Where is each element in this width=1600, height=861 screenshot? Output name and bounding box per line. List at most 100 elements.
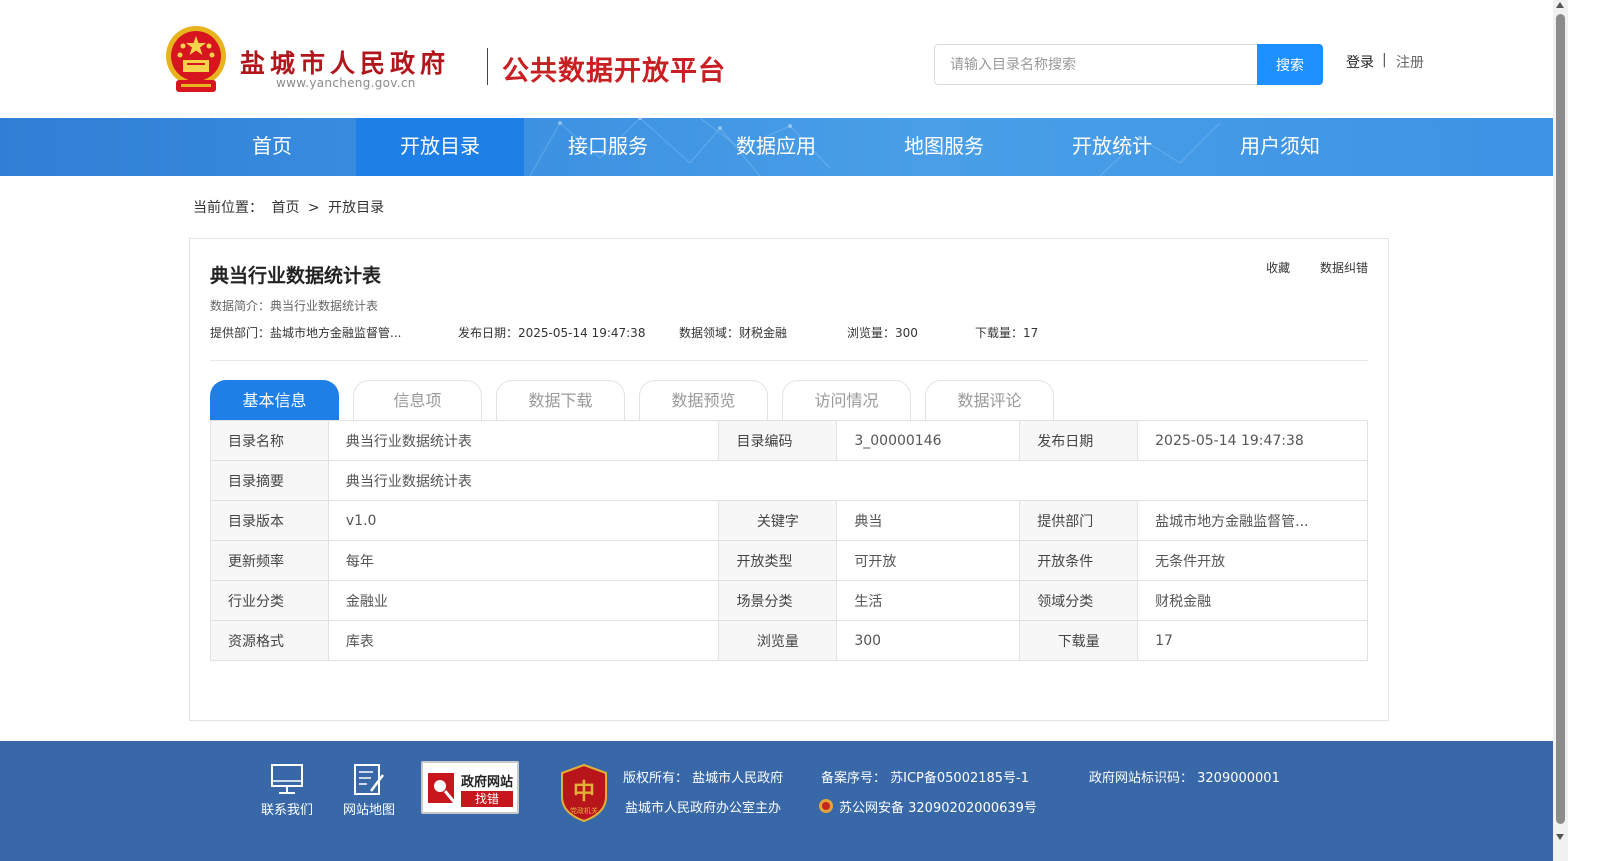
cell-key: 资源格式 <box>210 620 329 661</box>
scroll-up-arrow[interactable] <box>1556 2 1564 8</box>
table-row: 目录摘要 典当行业数据统计表 <box>210 460 1369 501</box>
basic-info-table: 目录名称 典当行业数据统计表 目录编码 3_00000146 发布日期 2025… <box>210 420 1369 661</box>
nav-user-notice[interactable]: 用户须知 <box>1196 118 1364 176</box>
cell-value: 无条件开放 <box>1137 540 1368 581</box>
register-link[interactable]: 注册 <box>1396 52 1424 72</box>
contact-us-link[interactable]: 联系我们 <box>261 799 313 818</box>
search-button[interactable]: 搜索 <box>1257 44 1323 85</box>
nav-open-stats[interactable]: 开放统计 <box>1028 118 1196 176</box>
edit-icon[interactable] <box>349 763 389 797</box>
dataset-summary: 数据简介：典当行业数据统计表 <box>210 299 379 313</box>
tab-basic-info[interactable]: 基本信息 <box>210 380 339 421</box>
gov-badge-subtitle: 找错 <box>461 791 513 807</box>
monitor-icon[interactable] <box>267 763 307 797</box>
national-emblem-icon[interactable] <box>163 24 229 96</box>
cell-key: 下载量 <box>1019 620 1139 661</box>
cell-value: 可开放 <box>836 540 1021 581</box>
main-nav: 首页 开放目录 接口服务 数据应用 地图服务 开放统计 用户须知 <box>0 118 1553 176</box>
detail-tabs: 基本信息 信息项 数据下载 数据预览 访问情况 数据评论 <box>210 380 1370 421</box>
dangzheng-badge-icon[interactable]: 中 党政机关 <box>558 763 610 823</box>
tab-info-items[interactable]: 信息项 <box>353 380 482 421</box>
cell-key: 更新频率 <box>210 540 329 581</box>
cell-value: 财税金融 <box>1137 580 1368 621</box>
site-header: 盐城市人民政府 www.yancheng.gov.cn 公共数据开放平台 搜索 … <box>0 0 1568 118</box>
tab-access-stats[interactable]: 访问情况 <box>782 380 911 421</box>
cell-key: 目录编码 <box>718 420 838 461</box>
auth-separator: | <box>1382 52 1387 68</box>
meta-publish-date: 发布日期：2025-05-14 19:47:38 <box>458 326 646 340</box>
magnifier-icon <box>428 773 457 804</box>
cell-value: 2025-05-14 19:47:38 <box>1137 420 1368 461</box>
cell-value: 库表 <box>327 620 720 661</box>
cell-value: v1.0 <box>327 500 720 541</box>
cell-key: 提供部门 <box>1019 500 1139 541</box>
dataset-panel: 典当行业数据统计表 收藏 数据纠错 数据简介：典当行业数据统计表 提供部门：盐城… <box>189 238 1389 721</box>
cell-value: 典当行业数据统计表 <box>327 420 720 461</box>
svg-text:党政机关: 党政机关 <box>570 806 598 815</box>
icp-link[interactable]: 备案序号： 苏ICP备05002185号-1 <box>821 767 1029 786</box>
logo-divider <box>487 48 488 85</box>
tab-data-download[interactable]: 数据下载 <box>496 380 625 421</box>
police-badge-icon <box>819 799 833 813</box>
cell-key: 开放类型 <box>718 540 838 581</box>
cell-key: 场景分类 <box>718 580 838 621</box>
section-divider <box>210 360 1368 361</box>
tab-data-comments[interactable]: 数据评论 <box>925 380 1054 421</box>
cell-value: 金融业 <box>327 580 720 621</box>
dataset-actions: 收藏 数据纠错 <box>1240 259 1368 276</box>
cell-key: 行业分类 <box>210 580 329 621</box>
cell-value: 典当 <box>836 500 1021 541</box>
police-record-link[interactable]: 苏公网安备 32090202000639号 <box>839 797 1037 816</box>
cell-value: 每年 <box>327 540 720 581</box>
breadcrumb-prefix: 当前位置： <box>193 200 263 216</box>
cell-value: 生活 <box>836 580 1021 621</box>
cell-key: 领域分类 <box>1019 580 1139 621</box>
breadcrumb: 当前位置： 首页 > 开放目录 <box>193 197 388 217</box>
nav-map-service[interactable]: 地图服务 <box>860 118 1028 176</box>
cell-value: 典当行业数据统计表 <box>327 460 1369 501</box>
nav-open-catalog[interactable]: 开放目录 <box>356 118 524 176</box>
table-row: 行业分类 金融业 场景分类 生活 领域分类 财税金融 <box>210 580 1368 621</box>
meta-downloads: 下载量：17 <box>975 326 1039 340</box>
nav-api-service[interactable]: 接口服务 <box>524 118 692 176</box>
breadcrumb-home[interactable]: 首页 <box>271 200 299 216</box>
meta-dept: 提供部门：盐城市地方金融监督管... <box>210 326 402 340</box>
dataset-meta: 提供部门：盐城市地方金融监督管... 发布日期：2025-05-14 19:47… <box>210 324 1370 340</box>
dataset-title: 典当行业数据统计表 <box>210 265 382 287</box>
nav-home[interactable]: 首页 <box>188 118 356 176</box>
scroll-down-arrow[interactable] <box>1556 834 1564 840</box>
host-text: 盐城市人民政府办公室主办 <box>625 801 782 816</box>
search-input[interactable] <box>934 44 1258 85</box>
site-footer: 联系我们 网站地图 政府网站 找错 中 党政机关 版权所有： 盐城市人民政府 盐… <box>0 741 1553 861</box>
platform-title[interactable]: 公共数据开放平台 <box>502 49 726 88</box>
scrollbar-thumb[interactable] <box>1556 14 1565 824</box>
site-name[interactable]: 盐城市人民政府 <box>240 44 450 80</box>
cell-key: 关键字 <box>718 500 838 541</box>
tab-data-preview[interactable]: 数据预览 <box>639 380 768 421</box>
meta-views: 浏览量：300 <box>847 326 918 340</box>
cell-key: 发布日期 <box>1019 420 1139 461</box>
cell-key: 浏览量 <box>718 620 838 661</box>
cell-value: 300 <box>836 620 1021 661</box>
cell-key: 目录版本 <box>210 500 329 541</box>
breadcrumb-current[interactable]: 开放目录 <box>328 200 384 216</box>
table-row: 目录版本 v1.0 关键字 典当 提供部门 盐城市地方金融监督管... <box>210 500 1368 541</box>
copyright-text: 版权所有： 盐城市人民政府 <box>623 771 784 786</box>
cell-value: 17 <box>1137 620 1368 661</box>
gov-site-error-badge[interactable]: 政府网站 找错 <box>421 761 519 814</box>
table-row: 更新频率 每年 开放类型 可开放 开放条件 无条件开放 <box>210 540 1368 581</box>
cell-key: 开放条件 <box>1019 540 1139 581</box>
login-link[interactable]: 登录 <box>1346 52 1374 72</box>
table-row: 目录名称 典当行业数据统计表 目录编码 3_00000146 发布日期 2025… <box>210 420 1368 461</box>
gov-badge-title: 政府网站 <box>461 775 514 790</box>
breadcrumb-separator: > <box>307 200 320 216</box>
meta-field: 数据领域：财税金融 <box>679 326 788 340</box>
correct-button[interactable]: 数据纠错 <box>1320 261 1368 275</box>
nav-data-apps[interactable]: 数据应用 <box>692 118 860 176</box>
cell-value: 3_00000146 <box>836 420 1021 461</box>
table-row: 资源格式 库表 浏览量 300 下载量 17 <box>210 620 1368 661</box>
sitemap-link[interactable]: 网站地图 <box>343 799 395 818</box>
cell-key: 目录名称 <box>210 420 329 461</box>
cell-value: 盐城市地方金融监督管... <box>1137 500 1368 541</box>
collect-button[interactable]: 收藏 <box>1266 261 1290 275</box>
